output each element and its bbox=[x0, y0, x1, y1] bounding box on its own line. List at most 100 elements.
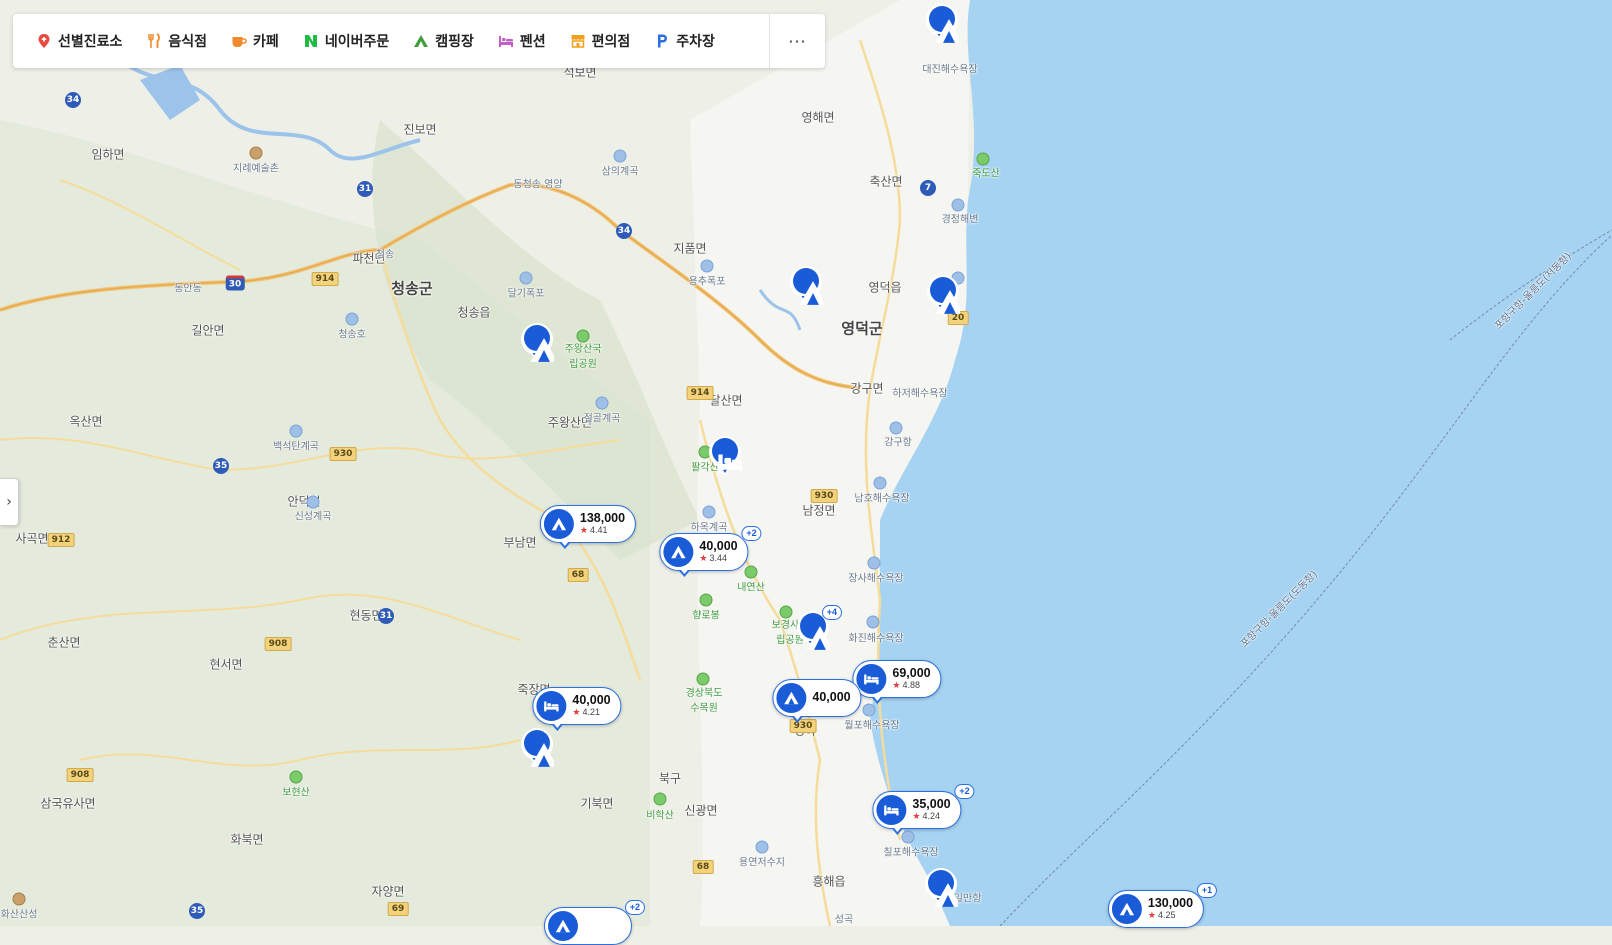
category-filter-bar: 선별진료소 음식점 카페 네이버주문 캠핑장 펜션 편의점 주차장 ··· bbox=[13, 14, 825, 68]
mountain-label: 내연산 bbox=[737, 582, 765, 594]
price-marker[interactable]: 40,000 bbox=[772, 679, 862, 723]
category-campsite[interactable]: 캠핑장 bbox=[412, 31, 474, 51]
route-shield: 908 bbox=[66, 768, 94, 782]
campsite-marker[interactable] bbox=[925, 0, 959, 44]
mountain-icon bbox=[289, 770, 303, 784]
beach-label: 대진해수욕장 bbox=[922, 64, 978, 76]
place-label: 강구면 bbox=[850, 381, 884, 396]
bed-icon bbox=[536, 691, 567, 721]
rating: 3.44 bbox=[709, 552, 727, 563]
category-screening-clinic[interactable]: 선별진료소 bbox=[35, 31, 122, 51]
campsite-marker[interactable] bbox=[926, 271, 960, 315]
map-canvas[interactable]: 청송군 영덕군 석보면 진보면 영해면 축산면 임하면 파천면 지품면 영덕읍 … bbox=[0, 0, 1612, 945]
place-label: 사곡면 bbox=[15, 531, 49, 546]
beach-label: 장사해수욕장 bbox=[848, 573, 904, 585]
category-parking[interactable]: 주차장 bbox=[653, 31, 715, 51]
more-categories-button[interactable]: ··· bbox=[769, 14, 825, 68]
valley-icon bbox=[289, 424, 303, 438]
parking-icon bbox=[653, 32, 671, 50]
place-label: 지품면 bbox=[673, 241, 707, 256]
waterfall-icon bbox=[613, 149, 627, 163]
route-shield: 912 bbox=[47, 533, 75, 547]
place-label: 임하면 bbox=[91, 147, 125, 162]
mountain-label: 향로봉 bbox=[692, 610, 720, 622]
route-shield: 30 bbox=[225, 275, 245, 291]
route-shield: 35 bbox=[189, 903, 205, 919]
place-label: 영덕읍 bbox=[868, 280, 902, 295]
park-label: 경상북도수목원 bbox=[685, 688, 723, 714]
more-count-badge: +2 bbox=[954, 784, 975, 799]
category-cafe[interactable]: 카페 bbox=[230, 31, 279, 51]
bed-icon bbox=[856, 664, 887, 694]
poi-label: 신성계곡 bbox=[294, 511, 332, 523]
route-shield: 914 bbox=[686, 386, 714, 400]
valley-icon bbox=[306, 495, 320, 509]
chevron-right-icon: › bbox=[6, 494, 12, 510]
price-marker[interactable]: 35,000 ★ 4.24 +2 bbox=[872, 784, 975, 835]
pension-marker[interactable] bbox=[708, 432, 742, 476]
park-label: 주왕산국립공원 bbox=[564, 344, 602, 370]
county-label: 청송군 bbox=[391, 279, 433, 298]
poi-label: 달기폭포 bbox=[507, 288, 545, 300]
category-convenience-store[interactable]: 편의점 bbox=[569, 31, 630, 51]
more-count-badge: +2 bbox=[741, 526, 762, 541]
price-marker[interactable]: 40,000 ★ 3.44 +2 bbox=[659, 526, 762, 577]
campsite-marker[interactable] bbox=[924, 864, 958, 908]
place-label: 북구 bbox=[658, 771, 682, 786]
price-marker[interactable]: 130,000 ★ 4.25 +1 bbox=[1107, 883, 1218, 928]
mountain-label: 비학산 bbox=[646, 810, 674, 822]
category-naver-order[interactable]: 네이버주문 bbox=[302, 31, 389, 51]
campsite-marker[interactable] bbox=[520, 724, 554, 768]
more-count-badge: +2 bbox=[624, 900, 645, 915]
beach-icon bbox=[901, 830, 915, 844]
route-shield: 930 bbox=[329, 447, 357, 461]
ic-label: 청송 bbox=[375, 249, 395, 261]
place-label: 길안면 bbox=[191, 323, 225, 338]
poi-label: 삼의계곡 bbox=[601, 166, 639, 178]
price-marker[interactable]: 69,000 ★ 4.88 bbox=[852, 660, 942, 704]
beach-icon bbox=[873, 476, 887, 490]
campsite-marker[interactable] bbox=[789, 262, 823, 306]
more-count-badge: +1 bbox=[1196, 883, 1218, 898]
campsite-marker[interactable] bbox=[520, 319, 554, 363]
poi-label: 청송호 bbox=[338, 329, 366, 341]
price: 35,000 bbox=[912, 797, 951, 812]
beach-label: 월포해수욕장 bbox=[844, 720, 900, 732]
mountain-icon bbox=[744, 565, 758, 579]
sea bbox=[870, 0, 1612, 926]
place-label: 신광면 bbox=[684, 803, 718, 818]
beach-icon bbox=[867, 556, 881, 570]
culture-icon bbox=[249, 146, 263, 160]
beach-label: 화진해수욕장 bbox=[848, 633, 904, 645]
price: 138,000 bbox=[579, 511, 626, 526]
place-label: 청송읍 bbox=[457, 305, 491, 320]
category-restaurant[interactable]: 음식점 bbox=[145, 31, 207, 51]
star-icon: ★ bbox=[892, 679, 901, 690]
side-panel-toggle[interactable]: › bbox=[0, 478, 19, 526]
tent-icon bbox=[548, 911, 578, 941]
bed-icon bbox=[876, 795, 907, 825]
price-marker[interactable]: 138,000 ★ 4.41 bbox=[539, 505, 637, 549]
price-marker-partial[interactable]: +2 bbox=[544, 900, 645, 945]
route-shield: 69 bbox=[387, 902, 409, 916]
price: 69,000 bbox=[892, 666, 931, 681]
ic-label: 동청송.영양 bbox=[513, 179, 563, 191]
park-icon bbox=[696, 672, 710, 686]
route-shield: 908 bbox=[264, 637, 292, 651]
price: 40,000 bbox=[699, 539, 738, 554]
port-icon bbox=[889, 421, 903, 435]
mountain-label: 보현산 bbox=[282, 787, 310, 799]
poi-label: 백석탄계곡 bbox=[273, 441, 319, 453]
campsite-cluster-marker[interactable]: +4 bbox=[796, 605, 842, 651]
price-marker[interactable]: 40,000 ★ 4.21 bbox=[532, 687, 622, 731]
route-shield: 68 bbox=[692, 860, 714, 874]
tent-icon bbox=[776, 683, 807, 713]
waterfall-icon bbox=[700, 259, 714, 273]
route-shield: 68 bbox=[567, 568, 589, 582]
lake-icon bbox=[345, 312, 359, 326]
place-label: 화북면 bbox=[230, 832, 264, 847]
category-pension[interactable]: 펜션 bbox=[497, 31, 546, 51]
rating: 4.41 bbox=[589, 524, 608, 535]
star-icon: ★ bbox=[699, 552, 708, 563]
route-shield: 31 bbox=[378, 608, 394, 624]
